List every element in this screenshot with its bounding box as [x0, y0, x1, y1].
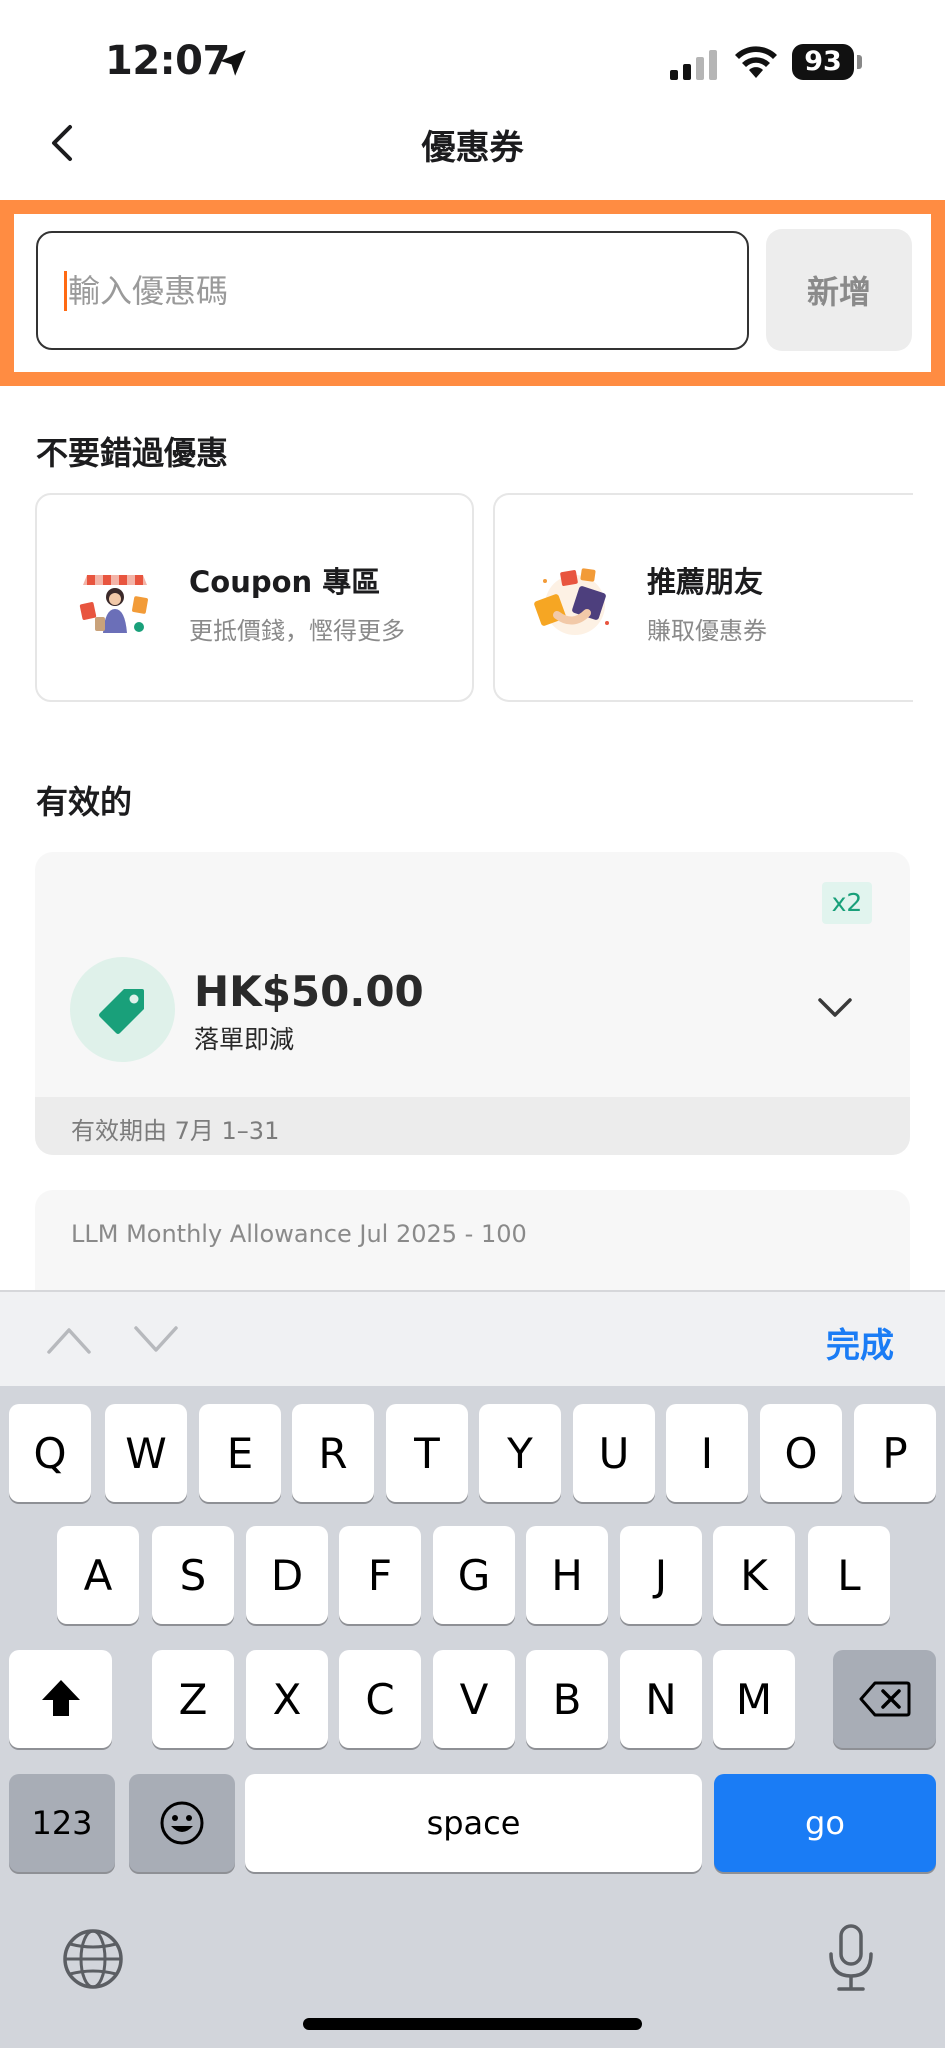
backspace-key[interactable]: [833, 1650, 936, 1748]
keyboard-toolbar: 完成: [0, 1290, 945, 1386]
valid-section-heading: 有效的: [36, 783, 133, 821]
coupon-description: 落單即減: [194, 1025, 295, 1054]
add-coupon-button[interactable]: 新增: [766, 229, 912, 351]
key-y[interactable]: Y: [479, 1404, 561, 1502]
key-i[interactable]: I: [666, 1404, 748, 1502]
key-l[interactable]: L: [808, 1526, 890, 1624]
key-q[interactable]: Q: [9, 1404, 91, 1502]
coupon-amount: HK$50.00: [194, 967, 424, 1016]
keyboard-done-button[interactable]: 完成: [826, 1318, 894, 1367]
page-title: 優惠券: [421, 128, 524, 168]
coupon-code-input[interactable]: [68, 233, 728, 348]
key-r[interactable]: R: [292, 1404, 374, 1502]
key-t[interactable]: T: [386, 1404, 468, 1502]
numbers-key[interactable]: 123: [9, 1774, 115, 1872]
home-indicator: [303, 2018, 642, 2030]
space-key[interactable]: space: [245, 1774, 702, 1872]
shift-icon: [41, 1680, 80, 1716]
shift-key[interactable]: [9, 1650, 112, 1748]
key-p[interactable]: P: [854, 1404, 936, 1502]
coupon-icon-circle: [70, 957, 175, 1062]
key-w[interactable]: W: [105, 1404, 187, 1502]
next-field-icon[interactable]: [132, 1318, 180, 1360]
coupon-card[interactable]: x2 HK$50.00 落單即減 有效期由 7月 1–31: [35, 852, 910, 1155]
coupon-quantity-badge: x2: [822, 882, 872, 924]
battery-level: 93: [792, 44, 854, 80]
key-k[interactable]: K: [713, 1526, 795, 1624]
promo-card-coupon-zone[interactable]: Coupon 專區 更抵價錢，慳得更多: [35, 493, 474, 702]
status-time: 12:07: [105, 38, 230, 84]
coupon-footer: 有效期由 7月 1–31: [35, 1097, 910, 1155]
coupon-validity: 有效期由 7月 1–31: [71, 1117, 280, 1145]
promo-title: 推薦朋友: [647, 565, 764, 599]
key-u[interactable]: U: [573, 1404, 655, 1502]
key-m[interactable]: M: [713, 1650, 795, 1748]
shopping-woman-icon: [79, 575, 148, 633]
location-arrow-icon: [220, 50, 246, 76]
key-d[interactable]: D: [246, 1526, 328, 1624]
status-bar: 12:07 93: [0, 0, 945, 120]
key-b[interactable]: B: [526, 1650, 608, 1748]
key-e[interactable]: E: [199, 1404, 281, 1502]
wifi-icon: [735, 46, 777, 78]
battery-icon: 93: [792, 44, 862, 80]
microphone-icon[interactable]: [825, 1922, 877, 1994]
key-s[interactable]: S: [152, 1526, 234, 1624]
key-h[interactable]: H: [526, 1526, 608, 1624]
key-j[interactable]: J: [620, 1526, 702, 1624]
promo-subtitle: 賺取優惠券: [647, 617, 767, 645]
globe-icon[interactable]: [60, 1926, 126, 1992]
battery-tip: [857, 55, 862, 69]
previous-field-icon[interactable]: [45, 1318, 93, 1360]
emoji-key[interactable]: [129, 1774, 235, 1872]
key-o[interactable]: O: [760, 1404, 842, 1502]
chevron-down-icon: [818, 998, 852, 1017]
key-g[interactable]: G: [433, 1526, 515, 1624]
keyboard: Q W E R T Y U I O P A S D F G H J K L Z …: [0, 1386, 945, 2048]
promo-subtitle: 更抵價錢，慳得更多: [189, 617, 405, 645]
key-c[interactable]: C: [339, 1650, 421, 1748]
text-caret: [64, 271, 67, 311]
gift-box-icon: [534, 568, 609, 635]
key-n[interactable]: N: [620, 1650, 702, 1748]
key-f[interactable]: F: [339, 1526, 421, 1624]
coupon-code-field[interactable]: [36, 231, 749, 350]
promo-section-heading: 不要錯過優惠: [36, 434, 229, 472]
key-v[interactable]: V: [433, 1650, 515, 1748]
emoji-icon: [160, 1801, 204, 1845]
key-x[interactable]: X: [246, 1650, 328, 1748]
expand-coupon-button[interactable]: [815, 990, 855, 1026]
key-a[interactable]: A: [57, 1526, 139, 1624]
coupon-code-section: 新增: [0, 200, 945, 386]
cellular-signal-icon: [670, 50, 717, 80]
key-z[interactable]: Z: [152, 1650, 234, 1748]
promo-card-refer-friend[interactable]: 推薦朋友 賺取優惠券: [493, 493, 913, 702]
coupon-name: LLM Monthly Allowance Jul 2025 - 100: [71, 1220, 527, 1248]
price-tag-icon: [98, 988, 144, 1034]
backspace-icon: [859, 1681, 910, 1717]
go-key[interactable]: go: [714, 1774, 936, 1872]
promo-title: Coupon 專區: [189, 565, 381, 599]
